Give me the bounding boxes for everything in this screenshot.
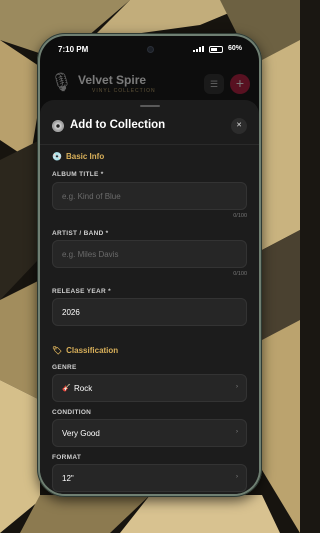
artist-label: ARTIST / BAND * <box>52 230 109 237</box>
camera-icon <box>148 47 153 52</box>
condition-label: CONDITION <box>52 409 92 416</box>
album-title-counter: 0/100 <box>233 213 247 219</box>
chevron-right-icon: › <box>236 429 238 435</box>
guitar-icon: 🎸 <box>62 385 71 392</box>
artist-counter: 0/100 <box>233 271 247 277</box>
release-year-value: 2026 <box>62 308 80 317</box>
format-label: FORMAT <box>52 454 82 461</box>
add-button[interactable]: + <box>230 74 250 94</box>
album-title-field[interactable] <box>52 182 247 210</box>
sheet-handle[interactable] <box>140 105 160 107</box>
sheet-header: Add to Collection ✕ <box>52 118 247 138</box>
microphone-icon: 🎙 <box>50 72 73 92</box>
tag-icon: 🏷 <box>52 346 63 355</box>
album-title-input[interactable] <box>53 183 246 209</box>
sheet-title: Add to Collection <box>70 119 166 131</box>
section-classification: 🏷 Classification <box>52 346 118 355</box>
condition-select[interactable]: Very Good › <box>52 419 247 447</box>
battery-icon <box>209 46 223 53</box>
divider <box>40 144 259 145</box>
menu-button[interactable]: ☰ <box>204 74 224 94</box>
section-title: Classification <box>66 346 119 355</box>
vinyl-disc-icon <box>52 120 64 132</box>
status-bar: 7:10 PM 60% <box>40 36 259 64</box>
signal-icon <box>193 46 204 52</box>
artist-field[interactable] <box>52 240 247 268</box>
add-collection-sheet: Add to Collection ✕ 💿 Basic Info ALBUM T… <box>40 100 259 494</box>
genre-label: GENRE <box>52 364 77 371</box>
chevron-right-icon: › <box>236 384 238 390</box>
battery-percent: 60% <box>228 45 243 52</box>
release-year-field[interactable]: 2026 <box>52 298 247 326</box>
phone-screen: 7:10 PM 60% 🎙 Velvet Spire VINYL COLLECT… <box>40 36 259 494</box>
section-title: Basic Info <box>65 152 105 161</box>
section-basic-info: 💿 Basic Info <box>52 152 104 161</box>
app-subtitle: VINYL COLLECTION <box>92 88 156 94</box>
phone-frame: 7:10 PM 60% 🎙 Velvet Spire VINYL COLLECT… <box>37 33 262 497</box>
close-button[interactable]: ✕ <box>231 118 247 134</box>
album-title-label: ALBUM TITLE * <box>52 171 104 178</box>
genre-select[interactable]: 🎸 Rock › <box>52 374 247 402</box>
format-select[interactable]: 12" › <box>52 464 247 492</box>
genre-value: Rock <box>74 384 93 393</box>
chevron-right-icon: › <box>236 474 238 480</box>
status-time: 7:10 PM <box>58 45 89 54</box>
disc-icon: 💿 <box>52 152 62 161</box>
app-title: Velvet Spire <box>78 73 147 87</box>
artist-input[interactable] <box>53 241 246 267</box>
format-value: 12" <box>62 474 74 483</box>
release-year-label: RELEASE YEAR * <box>52 288 111 295</box>
condition-value: Very Good <box>62 429 100 438</box>
